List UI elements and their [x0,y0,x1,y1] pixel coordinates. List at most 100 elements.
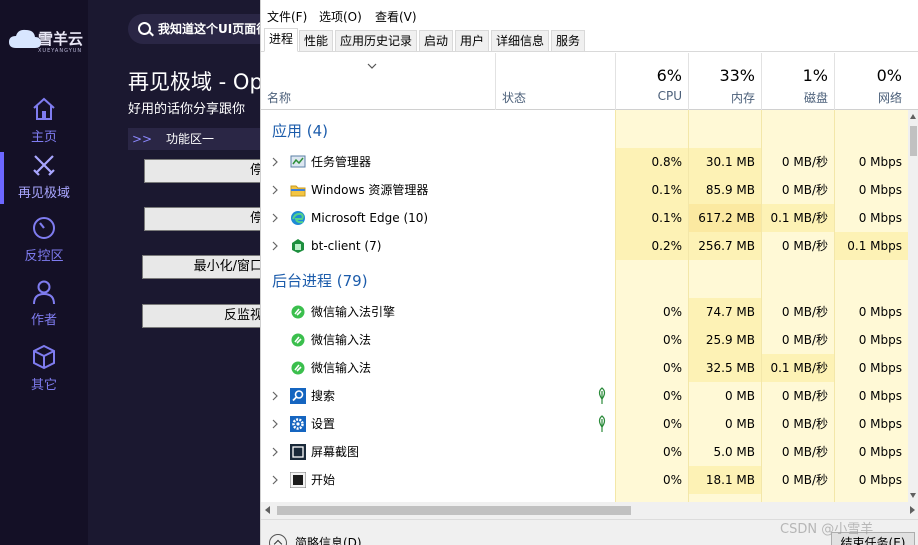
network-cell: 0 Mbps [834,204,908,232]
tab-app-history[interactable]: 应用历史记录 [335,30,417,52]
chevron-right-icon[interactable] [271,419,279,429]
chevron-right-icon[interactable] [271,241,279,251]
group-heat-cell [834,110,908,148]
minimize-window-button[interactable]: 最小化/窗口 [142,255,268,279]
process-row[interactable]: bt-client (7) 0.2% 256.7 MB 0 MB/秒 0.1 M… [261,232,909,260]
tab-users[interactable]: 用户 [455,30,489,52]
cpu-cell: 0% [615,354,688,382]
nav-label-home: 主页 [30,130,57,145]
process-row[interactable]: 任务管理器 0.8% 30.1 MB 0 MB/秒 0 Mbps [261,148,909,176]
efficiency-leaf-icon [598,415,606,432]
process-row[interactable]: Microsoft Edge (10) 0.1% 617.2 MB 0.1 MB… [261,204,909,232]
cpu-cell: 0.1% [615,176,688,204]
horizontal-scrollbar[interactable] [261,502,918,519]
memory-cell: 617.2 MB [688,204,761,232]
process-list: 应用 (4) 任务管理器 0.8% 30.1 MB 0 MB/秒 0 Mbps … [261,110,909,502]
fewer-details-link[interactable]: 简略信息(D) [295,534,362,545]
menu-file[interactable]: 文件(F) [267,8,307,25]
group-title-apps: 应用 (4) [272,122,329,140]
memory-cell: 256.7 MB [688,232,761,260]
network-cell: 0 Mbps [834,148,908,176]
scroll-right-arrow-icon[interactable] [910,506,915,514]
process-name: 微信输入法 [311,361,372,375]
vertical-scrollbar[interactable] [908,110,918,502]
cube-icon [33,344,55,370]
process-name: 屏幕截图 [311,445,360,459]
home-icon [33,97,55,120]
column-network[interactable]: 0% 网络 [834,53,908,110]
group-title-background: 后台进程 (79) [272,272,368,290]
nav-item-author[interactable]: 作者 [0,279,88,328]
nav-item-goodbye-jiyu[interactable]: 再见极域 [0,152,88,204]
menu-options[interactable]: 选项(O) [319,8,362,25]
column-disk[interactable]: 1% 磁盘 [761,53,834,110]
process-row[interactable]: 开始 0% 18.1 MB 0 MB/秒 0 Mbps [261,466,909,494]
nav-label-other: 其它 [30,378,57,393]
process-row[interactable]: Windows 资源管理器 0.1% 85.9 MB 0 MB/秒 0 Mbps [261,176,909,204]
process-row[interactable]: 设置 0% 0 MB 0 MB/秒 0 Mbps [261,410,909,438]
screenshot-icon [290,444,306,460]
horizontal-scroll-thumb[interactable] [277,506,631,515]
collapse-details-icon[interactable] [269,534,287,545]
chevron-right-icon[interactable] [271,213,279,223]
tab-processes[interactable]: 进程 [264,28,298,52]
disk-column-label: 磁盘 [803,91,828,105]
tab-bar: 进程 性能 应用历史记录 启动 用户 详细信息 服务 [261,28,918,52]
cloud-logo-icon [9,29,41,48]
network-cell: 0 Mbps [834,326,908,354]
chevron-right-icon[interactable] [271,157,279,167]
tab-startup[interactable]: 启动 [419,30,453,52]
cpu-cell: 0% [615,466,688,494]
tab-performance[interactable]: 性能 [299,30,333,52]
column-name[interactable]: 名称 [261,53,495,110]
chevron-right-icon[interactable] [271,185,279,195]
memory-column-label: 内存 [730,91,755,105]
scroll-up-arrow-icon[interactable] [910,114,916,119]
disk-cell: 0.1 MB/秒 [761,204,834,232]
search-app-icon [290,388,306,404]
column-status-label: 状态 [502,91,527,105]
memory-cell: 32.5 MB [688,354,761,382]
column-status[interactable]: 状态 [495,53,615,110]
scroll-down-arrow-icon[interactable] [910,493,916,498]
disk-cell: 0.1 MB/秒 [761,354,834,382]
heat-cell [615,494,688,502]
function-button-2[interactable]: 停 [144,207,268,231]
process-row[interactable]: 微信输入法引擎 0% 74.7 MB 0 MB/秒 0 Mbps [261,298,909,326]
tab-details[interactable]: 详细信息 [491,30,549,52]
cpu-cell: 0% [615,382,688,410]
function-button-1[interactable]: 停 [144,159,268,183]
menu-view[interactable]: 查看(V) [375,8,417,25]
chevron-right-icon[interactable] [271,475,279,485]
process-row[interactable]: 屏幕截图 0% 5.0 MB 0 MB/秒 0 Mbps [261,438,909,466]
scroll-left-arrow-icon[interactable] [265,506,270,514]
tab-services[interactable]: 服务 [551,30,585,52]
group-heat-cell [615,110,688,148]
heat-cell [834,494,908,502]
column-cpu[interactable]: 6% CPU [615,53,688,110]
cpu-cell: 0% [615,410,688,438]
nav-item-countermeasure[interactable]: 反控区 [0,215,88,264]
chevron-right-icon[interactable] [271,391,279,401]
process-name: Windows 资源管理器 [311,183,429,197]
function-section-header: >> 功能区一 [128,128,268,150]
nav-item-other[interactable]: 其它 [0,344,88,393]
chevron-right-icon[interactable] [271,447,279,457]
disk-cell: 0 MB/秒 [761,438,834,466]
memory-cell: 5.0 MB [688,438,761,466]
network-cell: 0 Mbps [834,176,908,204]
vertical-scroll-thumb[interactable] [910,126,917,156]
start-icon [290,472,306,488]
process-row[interactable]: 搜索 0% 0 MB 0 MB/秒 0 Mbps [261,382,909,410]
process-row[interactable]: 微信输入法 0% 25.9 MB 0 MB/秒 0 Mbps [261,326,909,354]
user-icon [33,280,55,305]
column-header: 名称 状态 6% CPU 33% 内存 1% 磁盘 0% 网络 [261,53,918,110]
group-header-apps: 应用 (4) [261,110,909,148]
disk-cell: 0 MB/秒 [761,298,834,326]
background-search-box[interactable]: 我知道这个UI页面很 [128,14,278,44]
nav-item-home[interactable]: 主页 [0,96,88,145]
process-row[interactable]: 微信输入法 0% 32.5 MB 0.1 MB/秒 0 Mbps [261,354,909,382]
column-memory[interactable]: 33% 内存 [688,53,761,110]
anti-monitor-button[interactable]: 反监视 [142,304,268,328]
logo-text: 雪羊云 [38,30,84,48]
